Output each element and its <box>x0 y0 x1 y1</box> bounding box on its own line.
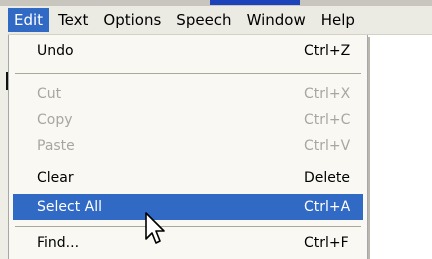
menu-item-label: Paste <box>37 138 75 154</box>
edit-menu-dropdown: Undo Ctrl+Z Cut Ctrl+X Copy Ctrl+C Paste… <box>8 35 368 259</box>
menu-item-copy[interactable]: Copy Ctrl+C <box>13 107 363 133</box>
menu-item-cut[interactable]: Cut Ctrl+X <box>13 81 363 107</box>
menu-item-label: Find... <box>37 235 80 251</box>
menu-item-shortcut: Ctrl+Z <box>304 43 351 59</box>
menu-separator <box>15 73 361 74</box>
menu-item-find[interactable]: Find... Ctrl+F <box>13 230 363 256</box>
menu-window[interactable]: Window <box>241 8 312 32</box>
menu-item-shortcut: Ctrl+F <box>304 235 349 251</box>
menu-bar: Edit Text Options Speech Window Help <box>8 6 432 35</box>
menu-item-paste[interactable]: Paste Ctrl+V <box>13 133 363 159</box>
menu-help[interactable]: Help <box>315 8 361 32</box>
menu-item-label: Select All <box>37 199 102 215</box>
menu-item-shortcut: Ctrl+A <box>304 199 351 215</box>
menu-item-label: Cut <box>37 86 62 102</box>
title-strip-accent <box>210 0 300 5</box>
menu-item-label: Copy <box>37 112 73 128</box>
menu-item-shortcut: Ctrl+C <box>304 112 351 128</box>
menu-item-clear[interactable]: Clear Delete <box>13 165 363 191</box>
menu-item-shortcut: Ctrl+X <box>304 86 351 102</box>
menu-separator <box>15 226 361 227</box>
menu-item-label: Undo <box>37 43 74 59</box>
menu-text[interactable]: Text <box>52 8 94 32</box>
menu-edit[interactable]: Edit <box>8 8 50 32</box>
menu-item-label: Clear <box>37 170 74 186</box>
menu-speech[interactable]: Speech <box>170 8 237 32</box>
menu-item-shortcut: Ctrl+V <box>304 138 351 154</box>
menu-item-undo[interactable]: Undo Ctrl+Z <box>13 38 363 64</box>
menu-item-shortcut: Delete <box>304 170 350 186</box>
left-window-edge <box>0 6 8 259</box>
menu-options[interactable]: Options <box>97 8 167 32</box>
menu-item-select-all[interactable]: Select All Ctrl+A <box>13 194 363 220</box>
arrow-cursor-icon <box>145 212 165 244</box>
